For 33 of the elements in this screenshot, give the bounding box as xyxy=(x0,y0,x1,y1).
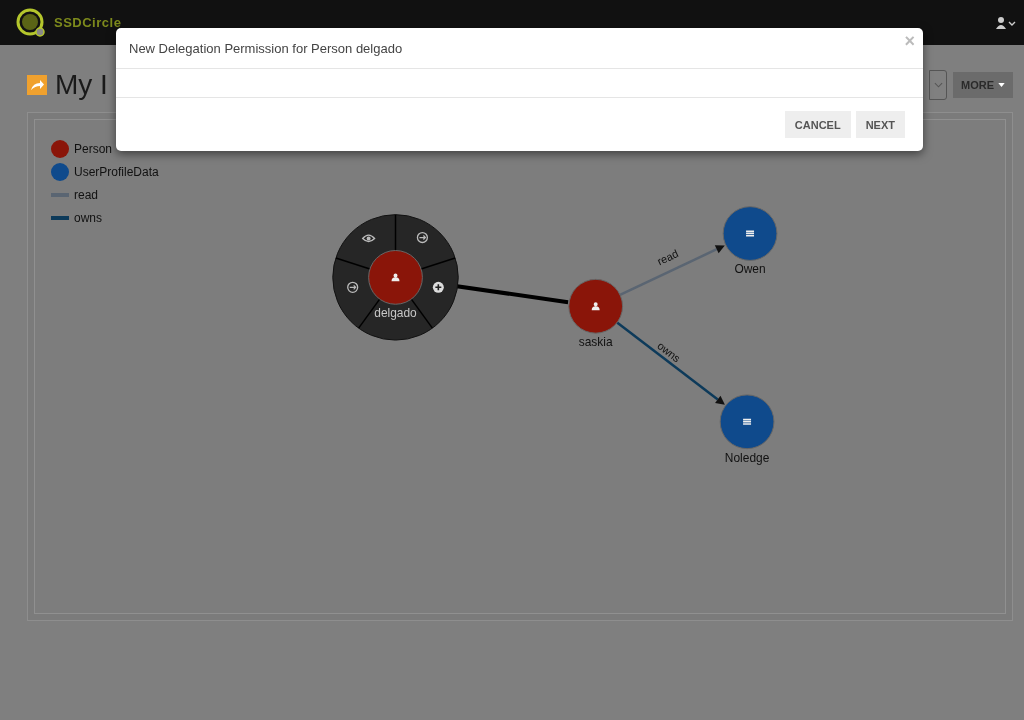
brand-name[interactable]: SSDCircle xyxy=(54,15,122,30)
list-icon xyxy=(743,418,752,425)
node-label: Owen xyxy=(734,262,766,277)
person-icon xyxy=(591,302,600,311)
dialog-button[interactable]: CANCEL xyxy=(784,111,851,138)
user-menu-icon[interactable] xyxy=(996,15,1016,30)
legend-label: read xyxy=(74,187,99,202)
legend-label: owns xyxy=(74,210,102,225)
page-title: My I xyxy=(55,69,108,101)
more-button[interactable]: MORE xyxy=(953,72,1013,98)
legend-label: Person xyxy=(74,141,113,156)
caret-icon xyxy=(998,83,1005,87)
node-label: delgado xyxy=(374,306,417,321)
eye-icon[interactable] xyxy=(362,234,376,243)
legend-label: UserProfileData xyxy=(74,164,159,179)
graph-node[interactable] xyxy=(719,394,775,450)
graph-node[interactable] xyxy=(568,278,624,334)
edge-label: read xyxy=(655,247,681,268)
share-icon xyxy=(27,75,47,95)
person-icon xyxy=(391,273,400,282)
list-icon xyxy=(746,230,755,237)
arrow-circle-icon[interactable] xyxy=(416,231,429,244)
graph-node[interactable] xyxy=(722,206,778,261)
arrow-circle-icon[interactable] xyxy=(347,281,359,293)
node-label: Noledge xyxy=(724,450,770,465)
plus-circle-icon[interactable] xyxy=(432,281,444,293)
logo-icon xyxy=(16,7,46,38)
select-field[interactable] xyxy=(929,70,947,100)
caret-icon xyxy=(933,82,943,88)
dialog-button[interactable]: NEXT xyxy=(855,111,905,138)
modal-title: New Delegation Permission for Person delgado xyxy=(129,40,404,56)
node-label: saskia xyxy=(578,335,613,350)
graph-node[interactable] xyxy=(368,250,423,305)
